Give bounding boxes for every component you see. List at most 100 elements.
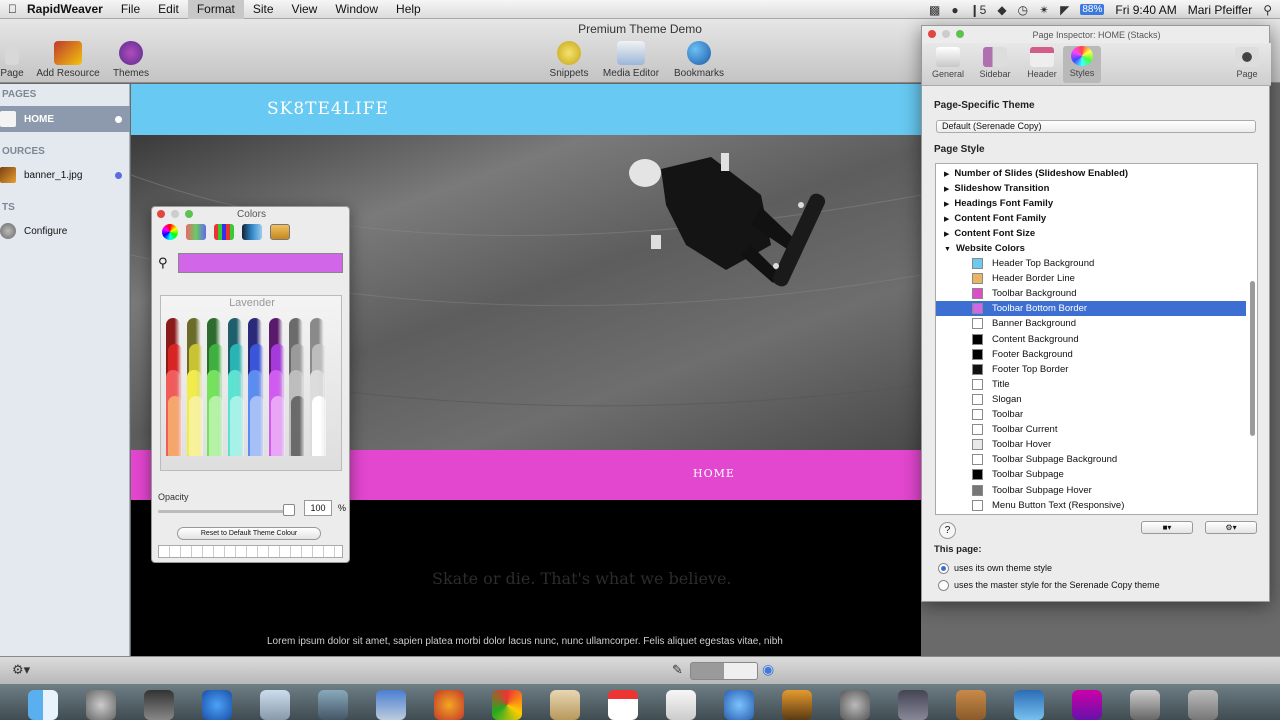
timemachine-icon[interactable]: ◷ [1018, 3, 1028, 17]
tab-header[interactable]: Header [1021, 47, 1063, 79]
gear-menu-button[interactable]: ⚙▾ [1205, 521, 1257, 534]
crayon[interactable] [229, 396, 244, 456]
color-swatch-box[interactable] [972, 378, 983, 390]
crayon[interactable] [270, 396, 285, 456]
style-group-row[interactable]: ▶ Content Font Family [936, 211, 1246, 226]
style-group-row[interactable]: ▶ Content Font Size [936, 226, 1246, 241]
color-sliders-icon[interactable] [186, 224, 206, 240]
site-title[interactable]: SK8TE4LIFE [267, 99, 389, 119]
opacity-slider[interactable] [158, 510, 293, 513]
skype-icon[interactable]: ● [951, 3, 958, 17]
reset-default-button[interactable]: Reset to Default Theme Colour [177, 527, 321, 540]
snippets-button[interactable]: Snippets [546, 41, 592, 79]
nav-home[interactable]: HOME [693, 467, 735, 480]
disclosure-closed-icon[interactable]: ▶ [944, 201, 949, 208]
tab-sidebar[interactable]: Sidebar [974, 47, 1016, 79]
mission-control-icon[interactable] [144, 690, 174, 720]
color-setting-row[interactable]: Header Top Background [936, 256, 1246, 271]
radio-own-style[interactable] [938, 563, 949, 574]
spotlight-icon[interactable]: ⚲ [1263, 3, 1272, 17]
user-name[interactable]: Mari Pfeiffer [1188, 3, 1252, 17]
menu-site[interactable]: Site [244, 0, 283, 19]
disclosure-open-icon[interactable]: ▼ [944, 246, 951, 253]
color-swatch-box[interactable] [972, 499, 983, 511]
dropbox-icon[interactable]: ◆ [997, 3, 1006, 17]
color-swatch-box[interactable] [972, 484, 983, 496]
add-resource-button[interactable]: Add Resource [32, 41, 104, 79]
sidebar-item-home[interactable]: HOME [0, 106, 130, 132]
color-setting-row[interactable]: Toolbar Hover [936, 437, 1246, 452]
radio-master-style[interactable] [938, 580, 949, 591]
color-swatch-box[interactable] [972, 424, 983, 436]
chrome-icon[interactable] [492, 690, 522, 720]
rapidweaver-icon[interactable] [1014, 690, 1044, 720]
photos-icon[interactable] [782, 690, 812, 720]
launchpad-icon[interactable] [86, 690, 116, 720]
color-swatch-box[interactable] [972, 258, 983, 269]
color-swatch-box[interactable] [972, 363, 983, 375]
wifi-icon[interactable]: ◤ [1060, 3, 1069, 17]
trash-icon[interactable] [1188, 690, 1218, 720]
opacity-slider-knob[interactable] [283, 504, 295, 516]
color-swatch-box[interactable] [972, 393, 983, 405]
color-setting-row[interactable]: Slogan [936, 392, 1246, 407]
system-prefs-icon[interactable] [840, 690, 870, 720]
color-swatch-box[interactable] [972, 469, 983, 481]
color-setting-row[interactable]: Toolbar Bottom Border [936, 301, 1246, 317]
color-swatch-box[interactable] [972, 348, 983, 360]
opacity-input[interactable]: 100 [304, 500, 332, 516]
color-setting-row[interactable]: Toolbar Current [936, 422, 1246, 437]
tab-page[interactable]: Page [1226, 47, 1268, 79]
color-swatch-box[interactable] [972, 409, 983, 420]
color-setting-row[interactable]: Toolbar Subpage Hover [936, 483, 1246, 498]
disclosure-closed-icon[interactable]: ▶ [944, 186, 949, 193]
itunes-store-icon[interactable] [1072, 690, 1102, 720]
color-setting-row[interactable]: Footer Top Border [936, 362, 1246, 377]
calendar-icon[interactable] [608, 690, 638, 720]
themes-button[interactable]: Themes [110, 41, 152, 79]
app-store-icon[interactable] [202, 690, 232, 720]
bookmarks-button[interactable]: Bookmarks [670, 41, 728, 79]
disclosure-closed-icon[interactable]: ▶ [944, 171, 949, 178]
color-setting-row[interactable]: Content Background [936, 332, 1246, 347]
firefox-icon[interactable] [434, 690, 464, 720]
sidebar-item-banner[interactable]: banner_1.jpg [0, 162, 130, 188]
edit-preview-toggle[interactable] [690, 662, 758, 680]
color-setting-row[interactable]: Menu Button Text (Responsive) [936, 498, 1246, 513]
xcode-icon[interactable] [898, 690, 928, 720]
color-swatch-box[interactable] [972, 333, 983, 345]
folder-icon[interactable] [956, 690, 986, 720]
sidebar-item-configure[interactable]: Configure [0, 218, 130, 244]
page-button[interactable]: Page [0, 41, 24, 79]
style-group-row[interactable]: ▶ Slideshow Transition [936, 181, 1246, 196]
color-setting-row[interactable]: Footer Background [936, 347, 1246, 362]
menu-format[interactable]: Format [187, 0, 244, 19]
color-swatch-box[interactable] [972, 454, 983, 466]
crayon[interactable] [311, 396, 326, 456]
theme-select[interactable]: Default (Serenade Copy) [936, 120, 1256, 133]
menu-help[interactable]: Help [387, 0, 430, 19]
adobe-icon[interactable]: ❙5 [970, 3, 987, 17]
color-swatch-box[interactable] [972, 303, 983, 315]
menu-edit[interactable]: Edit [149, 0, 188, 19]
disclosure-closed-icon[interactable]: ▶ [944, 231, 949, 238]
battery-indicator[interactable]: 88% [1080, 4, 1105, 15]
color-setting-row[interactable]: Toolbar Background [936, 286, 1246, 301]
color-swatch-box[interactable] [972, 288, 983, 300]
image-palettes-icon[interactable] [242, 224, 262, 240]
folder-menu-button[interactable]: ■▾ [1141, 521, 1193, 534]
preview-eye-icon[interactable]: ◉ [762, 661, 774, 678]
tab-styles[interactable]: Styles [1063, 46, 1101, 83]
disclosure-closed-icon[interactable]: ▶ [944, 216, 949, 223]
tab-general[interactable]: General [927, 47, 969, 79]
color-setting-row[interactable]: Toolbar Subpage Background [936, 452, 1246, 467]
outline-scrollbar[interactable] [1250, 281, 1255, 436]
color-setting-row[interactable]: Toolbar Subpage [936, 467, 1246, 482]
photo-icon[interactable] [318, 690, 348, 720]
style-group-row[interactable]: ▼ Website Colors [936, 241, 1246, 256]
contacts-icon[interactable] [550, 690, 580, 720]
screen-icon[interactable]: ▩ [929, 3, 940, 17]
crayons-icon[interactable] [270, 224, 290, 240]
color-wheel-icon[interactable] [162, 224, 178, 240]
notes-icon[interactable] [666, 690, 696, 720]
